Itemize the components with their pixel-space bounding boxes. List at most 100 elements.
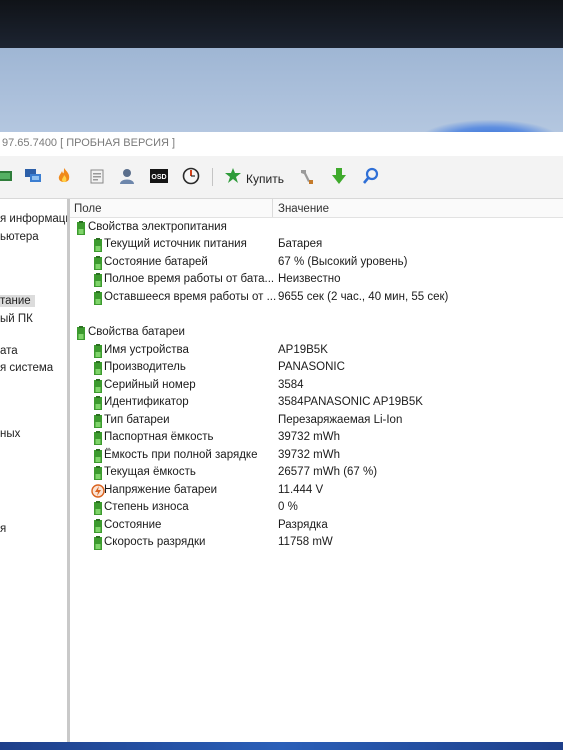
list-row[interactable]: Состояние батарей 67 % (Высокий уровень) [70, 255, 563, 272]
field-name: Серийный номер [104, 379, 196, 391]
list-row[interactable]: Текущий источник питания Батарея [70, 237, 563, 254]
field-value: Батарея [278, 238, 323, 250]
nav-item[interactable]: я система [0, 362, 53, 374]
window-title: 97.65.7400 [ ПРОБНАЯ ВЕРСИЯ ] [2, 137, 176, 149]
field-value: AP19B5K [278, 344, 328, 356]
toolbar-separator [212, 168, 213, 186]
voltage-icon [91, 484, 105, 498]
list-row[interactable]: Текущая ёмкость 26577 mWh (67 %) [70, 465, 563, 482]
battery-icon [91, 344, 105, 358]
battery-icon [74, 326, 88, 340]
taskbar [0, 742, 563, 750]
list-row[interactable]: Состояние Разрядка [70, 518, 563, 535]
nav-item[interactable]: ата [0, 345, 18, 357]
toolbar: OSD Купить [0, 156, 563, 199]
title-bar[interactable]: 97.65.7400 [ ПРОБНАЯ ВЕРСИЯ ] [0, 132, 563, 157]
network-icon[interactable] [22, 166, 44, 186]
field-value: 11758 mW [278, 536, 333, 548]
field-name: Состояние [104, 519, 162, 531]
field-value: 3584PANASONIC AP19B5K [278, 396, 423, 408]
field-name: Оставшееся время работы от ... [104, 291, 277, 303]
battery-icon [91, 379, 105, 393]
battery-icon [91, 501, 105, 515]
field-value: 11.444 V [278, 484, 324, 496]
search-icon[interactable] [360, 166, 382, 186]
download-icon[interactable] [328, 166, 350, 186]
field-name: Полное время работы от бата... [104, 273, 275, 285]
group-row[interactable]: Свойства электропитания [70, 220, 563, 237]
field-value: Неизвестно [278, 273, 341, 285]
nav-item[interactable]: я информаци [0, 213, 67, 225]
nav-item[interactable]: ый ПК [0, 313, 33, 325]
column-divider[interactable] [272, 199, 273, 217]
nav-item[interactable]: ных [0, 428, 20, 440]
tools-icon[interactable] [296, 166, 318, 186]
osd-icon-label: OSD [151, 174, 166, 181]
gauge-icon[interactable] [180, 166, 202, 186]
list-row[interactable]: Серийный номер 3584 [70, 378, 563, 395]
osd-icon[interactable]: OSD [148, 166, 170, 186]
nav-item[interactable]: я [0, 523, 6, 535]
chip-icon[interactable] [0, 166, 16, 186]
details-list: Поле Значение Свойства электропитания Те… [70, 199, 563, 744]
battery-icon [91, 449, 105, 463]
battery-icon [91, 361, 105, 375]
list-row[interactable]: Тип батареи Перезаряжаемая Li-Ion [70, 413, 563, 430]
list-row[interactable]: Паспортная ёмкость 39732 mWh [70, 430, 563, 447]
field-name: Скорость разрядки [104, 536, 206, 548]
list-row[interactable]: Производитель PANASONIC [70, 360, 563, 377]
list-row[interactable]: Имя устройства AP19B5K [70, 343, 563, 360]
screen-bezel [0, 0, 563, 52]
user-icon[interactable] [116, 166, 138, 186]
nav-item-selected[interactable]: тание [0, 295, 35, 307]
field-value: 9655 сек (2 час., 40 мин, 55 сек) [278, 291, 449, 303]
battery-icon [91, 519, 105, 533]
list-row[interactable]: Скорость разрядки 11758 mW [70, 535, 563, 552]
list-row[interactable]: Ёмкость при полной зарядке 39732 mWh [70, 448, 563, 465]
field-name: Ёмкость при полной зарядке [104, 449, 258, 461]
battery-icon [91, 414, 105, 428]
field-name: Состояние батарей [104, 256, 208, 268]
buy-icon[interactable] [222, 166, 244, 186]
field-name: Паспортная ёмкость [104, 431, 214, 443]
field-name: Идентификатор [104, 396, 189, 408]
battery-icon [91, 256, 105, 270]
field-value: 39732 mWh [278, 449, 341, 461]
field-name: Текущая ёмкость [104, 466, 196, 478]
list-row[interactable]: Оставшееся время работы от ... 9655 сек … [70, 290, 563, 307]
group-label: Свойства электропитания [88, 221, 227, 233]
field-value: 3584 [278, 379, 304, 391]
column-value[interactable]: Значение [278, 203, 329, 215]
field-name: Текущий источник питания [104, 238, 247, 250]
group-row[interactable]: Свойства батареи [70, 325, 563, 342]
battery-icon [91, 431, 105, 445]
field-name: Производитель [104, 361, 186, 373]
list-row[interactable]: Полное время работы от бата... Неизвестн… [70, 272, 563, 289]
battery-icon [91, 536, 105, 550]
nav-item[interactable]: ьютера [0, 231, 39, 243]
column-header: Поле Значение [70, 199, 563, 218]
field-value: 39732 mWh [278, 431, 341, 443]
field-name: Степень износа [104, 501, 189, 513]
field-name: Напряжение батареи [104, 484, 218, 496]
column-field[interactable]: Поле [74, 203, 102, 215]
aida-window: 97.65.7400 [ ПРОБНАЯ ВЕРСИЯ ] OSD Купить [0, 132, 563, 744]
list-row[interactable]: Степень износа 0 % [70, 500, 563, 517]
list-row[interactable]: Напряжение батареи 11.444 V [70, 483, 563, 500]
field-name: Имя устройства [104, 344, 189, 356]
list-row[interactable]: Идентификатор 3584PANASONIC AP19B5K [70, 395, 563, 412]
navigation-tree[interactable]: я информаци ьютера тание ый ПК ата я сис… [0, 199, 70, 744]
field-value: 67 % (Высокий уровень) [278, 256, 408, 268]
field-value: 26577 mWh (67 %) [278, 466, 378, 478]
battery-icon [91, 466, 105, 480]
report-icon[interactable] [86, 166, 108, 186]
group-label: Свойства батареи [88, 326, 185, 338]
battery-icon [91, 238, 105, 252]
battery-icon [91, 396, 105, 410]
field-value: Разрядка [278, 519, 328, 531]
field-value: Перезаряжаемая Li-Ion [278, 414, 403, 426]
flame-icon[interactable] [53, 166, 75, 186]
buy-button[interactable]: Купить [246, 172, 284, 186]
field-name: Тип батареи [104, 414, 170, 426]
field-value: 0 % [278, 501, 298, 513]
